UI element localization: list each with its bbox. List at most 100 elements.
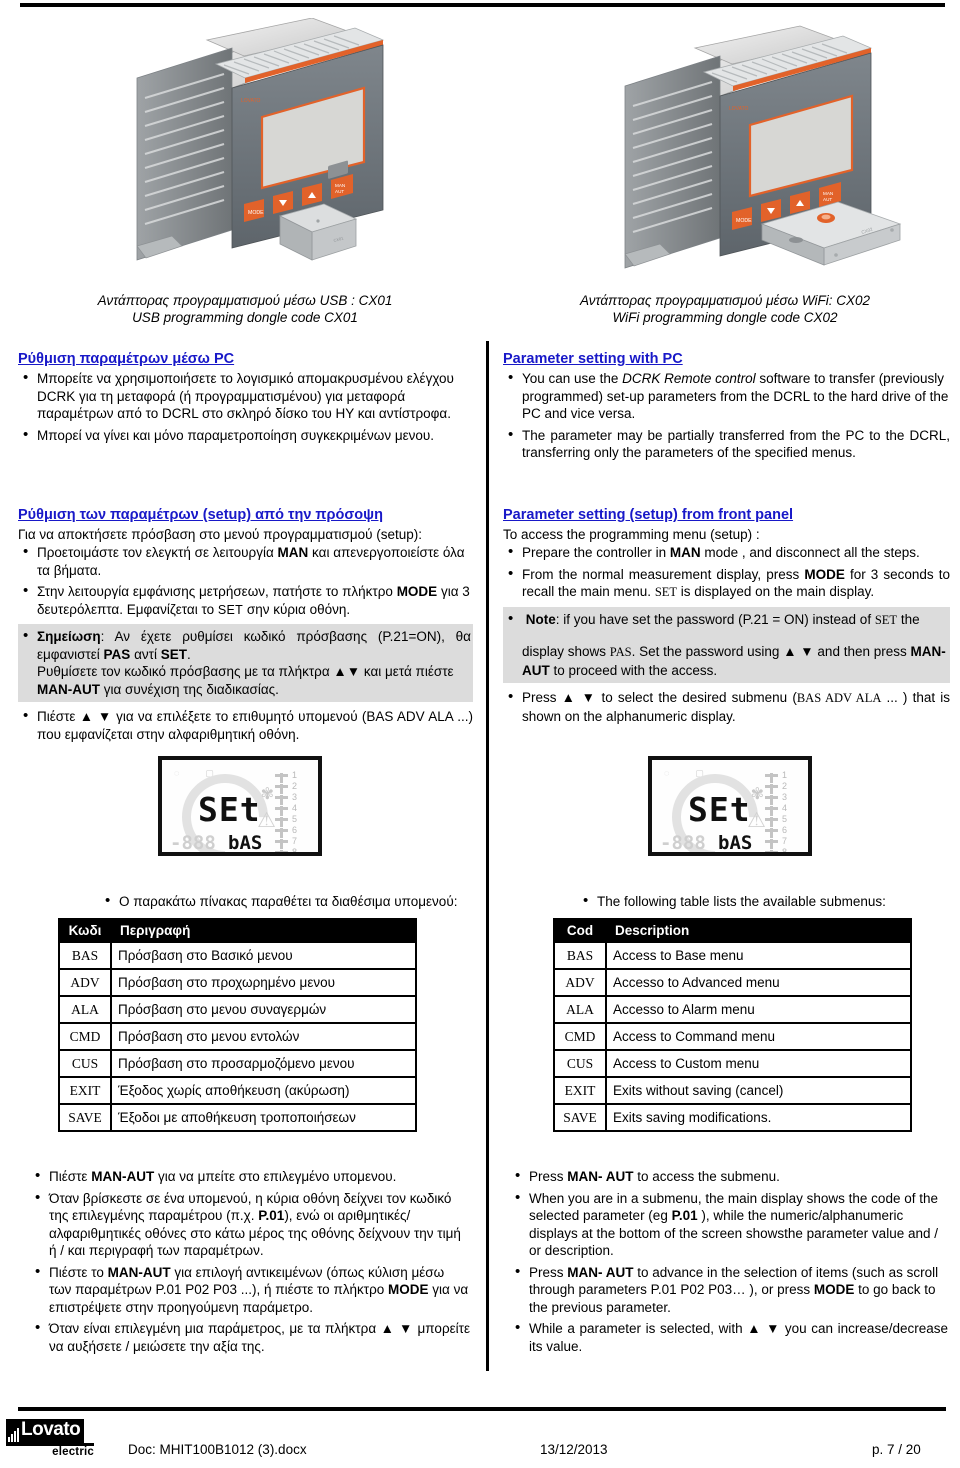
table-row: SAVE Έξοδοι με αποθήκευση τροποποιήσεων (58, 1103, 417, 1132)
rung-bar-icon (275, 795, 288, 805)
lcd-figure-el: ◌ ▢ ✾ ⚠ SEt -888 bAS 1 2 3 4 5 6 7 8 (158, 756, 322, 856)
text-frag: . Set the password using (631, 644, 784, 659)
rung-bar-icon (765, 806, 778, 816)
display-pas: PAS (103, 646, 131, 662)
cell-code: ADV (553, 968, 607, 997)
cell-description: Πρόσβαση στο Βασικό μενου (110, 941, 417, 970)
document-page: LOVATO MODE MAN AUT CX01 LOVATO MODE MAN… (0, 0, 960, 1468)
rung-bar-icon (275, 784, 288, 794)
table-intro-en: The following table lists the available … (578, 892, 948, 910)
rung-bar-icon (765, 850, 778, 852)
cell-code: SAVE (58, 1103, 112, 1132)
key-man-aut: MAN- AUT (567, 1169, 634, 1184)
lcd-numeric-value: -888 (170, 832, 216, 854)
text-frag: Στην λειτουργία εμφάνισης μετρήσεων, πατ… (37, 584, 397, 599)
note-box-en: Note: if you have set the password (P.21… (503, 606, 950, 683)
rung-number: 4 (782, 803, 788, 813)
table-row: CMD Πρόσβαση στο μενου εντολών (58, 1022, 417, 1051)
lcd-step-ladder: 1 2 3 4 5 6 7 8 (765, 770, 801, 852)
table-header-row: Κωδι Περιγραφή (58, 918, 417, 943)
front-panel-el-list: Προετοιμάστε τον ελεγκτή σε λειτουργία M… (18, 543, 473, 619)
cell-code: EXIT (58, 1076, 112, 1105)
table-row: ADV Accesso to Advanced menu (553, 968, 912, 997)
footer-page-number: p. 7 / 20 (872, 1442, 921, 1457)
text-frag: display shows (522, 644, 610, 659)
key-mode: MODE (396, 584, 438, 599)
cell-description: Accesso to Alarm menu (605, 995, 912, 1024)
svg-text:MODE: MODE (736, 218, 752, 224)
table-row: BAS Access to Base menu (553, 941, 912, 970)
key-man: MAN (277, 545, 309, 560)
front-panel-en-heading: Parameter setting (setup) from front pan… (503, 507, 794, 523)
table-row: ADV Πρόσβαση στο προχωρημένο μενου (58, 968, 417, 997)
rung-bar-icon (765, 817, 778, 827)
table-row: EXIT Exits without saving (cancel) (553, 1076, 912, 1105)
svg-text:LOVATO: LOVATO (241, 98, 261, 104)
rung-number: 1 (782, 770, 788, 780)
list-item: The parameter may be partially transferr… (503, 426, 950, 462)
rung-bar-icon (275, 806, 288, 816)
pc-section-en-list: You can use the DCRK Remote control soft… (503, 369, 950, 462)
pc-section-el-heading: Ρύθμιση παραμέτρων μέσω PC (18, 351, 235, 367)
dcrl-wifi-svg: LOVATO MODE MAN AUT CX02 (624, 25, 902, 269)
key-man-aut: MAN- AUT (567, 1264, 634, 1280)
column-divider (486, 341, 489, 1371)
text-frag: You can use the (522, 371, 623, 386)
cell-code: ADV (58, 968, 112, 997)
svg-text:AUT: AUT (335, 189, 344, 194)
drop-icon: ◌ (664, 768, 670, 778)
front-panel-en-lead: To access the programming menu (setup) : (503, 527, 760, 542)
front-panel-el-list2: Πιέστε ▲ ▼ για να επιλέξετε το επιθυμητό… (18, 707, 473, 743)
text-frag: Προετοιμάστε τον ελεγκτή σε λειτουργία (37, 545, 278, 560)
text-frag: Πιέστε το (49, 1264, 108, 1280)
column-header-description: Description (605, 918, 912, 943)
submenu-codes: BAS ADV ALA (796, 691, 882, 705)
text-frag: Ρυθμίσετε τον κωδικό πρόσβασης με τα πλή… (37, 664, 334, 679)
text-frag: to proceed with the access. (549, 662, 718, 678)
list-item: Σημείωση: Αν έχετε ρυθμίσει κωδικό πρόσβ… (18, 627, 471, 663)
display-pas: PAS (609, 645, 632, 659)
logo-name: Lovato (21, 1419, 81, 1440)
note-list-en: Note: if you have set the password (P.21… (503, 610, 948, 680)
arrow-keys-icon: ▲ ▼ (783, 644, 814, 659)
ladder-rung: 1 (765, 770, 801, 783)
arrow-keys-icon: ▲ ▼ (79, 709, 112, 724)
submenu-table-en: Cod Description BAS Access to Base menu A… (553, 918, 912, 1132)
rung-number: 8 (292, 847, 298, 856)
logo-wordmark: Lovato (6, 1419, 85, 1443)
software-name: DCRK Remote control (622, 371, 756, 386)
text-frag: Όταν είναι επιλεγμένη μια παράμετρος, με… (49, 1321, 381, 1336)
table-row: ALA Πρόσβαση στο μενου συναγερμών (58, 995, 417, 1024)
lcd-numeric-value: -888 (660, 832, 706, 854)
front-panel-en-list2: Press ▲ ▼ to select the desired submenu … (503, 688, 950, 725)
cell-code: EXIT (553, 1076, 607, 1105)
note-label: Note (525, 611, 556, 627)
rung-number: 2 (292, 781, 298, 791)
text-frag: Press (529, 1264, 568, 1280)
caption-wifi-el: Αντάπτορας προγραμματισμού μέσω WiFi: CX… (579, 293, 871, 308)
list-item: Μπορεί να γίνει και μόνο παραμετροποίηση… (18, 426, 473, 445)
rung-number: 1 (292, 770, 298, 780)
rung-bar-icon (275, 817, 288, 827)
text-frag: Prepare the controller in (522, 545, 670, 560)
footer-doc-name: Doc: MHIT100B1012 (3).docx (128, 1442, 307, 1457)
arrow-keys-icon: ▲ ▼ (747, 1321, 781, 1336)
front-panel-el-heading: Ρύθμιση των παραμέτρων (setup) από την π… (18, 507, 383, 523)
submenu-table-el: Κωδι Περιγραφή BAS Πρόσβαση στο Βασικό με… (58, 918, 417, 1132)
lcd-display: ◌ ▢ ✾ ⚠ SEt -888 bAS 1 2 3 4 5 6 7 8 (158, 756, 322, 856)
key-mode: MODE (388, 1282, 429, 1297)
key-mode: MODE (804, 566, 845, 582)
cell-description: Πρόσβαση στο μενου συναγερμών (110, 995, 417, 1024)
list-item: Προετοιμάστε τον ελεγκτή σε λειτουργία M… (18, 543, 473, 579)
cell-code: CMD (553, 1022, 607, 1051)
front-panel-el-lead: Για να αποκτήσετε πρόσβαση στο μενού προ… (18, 527, 423, 542)
text-frag: : Αν έχετε ρυθμίσει κωδικό πρόσβασης (P.… (37, 629, 471, 662)
lcd-inner: ◌ ▢ ✾ ⚠ SEt -888 bAS 1 2 3 4 5 6 7 8 (654, 760, 804, 852)
rung-number: 2 (782, 781, 788, 791)
note-label: Σημείωση (37, 629, 101, 644)
cell-description: Exits saving modifications. (605, 1103, 912, 1132)
rung-number: 6 (292, 825, 298, 835)
footer-rule (18, 1407, 946, 1411)
svg-text:MODE: MODE (248, 210, 264, 216)
caption-usb-en: USB programming dongle code CX01 (132, 310, 358, 325)
